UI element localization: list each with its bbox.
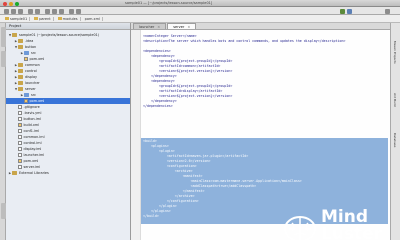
tree-item-label: button.iml <box>23 117 41 121</box>
close-window-icon[interactable] <box>3 1 7 6</box>
source-folder-icon <box>24 93 29 97</box>
undo-icon[interactable] <box>28 8 33 14</box>
folder-icon <box>18 81 23 85</box>
window-title: sample01 — [~/projects/lesson-source/sam… <box>125 1 213 5</box>
tree-item-label: sample01 (~/projects/lesson-source/sampl… <box>19 33 100 37</box>
tree-item-label: src <box>31 93 36 97</box>
folder-icon <box>5 17 9 20</box>
tree-item-label: src <box>31 51 36 55</box>
folder-icon <box>18 63 23 67</box>
project-panel: Project ▼ sample01 (~/projects/lesson-sou… <box>6 23 131 240</box>
tree-item-label: launcher.iml <box>23 153 45 157</box>
xml-file-icon <box>18 158 22 164</box>
open-folder-icon[interactable] <box>4 8 9 14</box>
tree-item[interactable]: ▶ External Libraries <box>6 170 130 176</box>
file-icon <box>18 140 22 146</box>
ant-build-tab[interactable]: Ant Build <box>393 93 397 107</box>
tree-item-label: control <box>25 69 37 73</box>
project-tree: ▼ sample01 (~/projects/lesson-source/samp… <box>6 30 130 176</box>
cut-icon[interactable] <box>45 8 50 14</box>
tab-server[interactable]: server × <box>167 23 197 29</box>
folder-icon <box>57 17 62 20</box>
tree-item-label: pom.xml <box>29 99 45 103</box>
folder-icon <box>18 39 23 43</box>
tree-item-label: .travis.yml <box>23 111 42 115</box>
run-icon[interactable] <box>340 8 345 14</box>
tree-item-label: .gitignore <box>23 105 40 109</box>
xml-file-icon <box>24 56 28 62</box>
breadcrumb-item[interactable]: parent <box>32 16 54 21</box>
watermark-text: Mind Luster <box>321 207 383 240</box>
project-panel-header: Project <box>6 23 130 30</box>
line-number-gutter <box>131 30 141 240</box>
structure-tool-tab[interactable] <box>0 51 6 67</box>
zoom-window-icon[interactable] <box>15 1 19 6</box>
folder-icon <box>18 75 23 79</box>
folder-icon <box>12 33 17 37</box>
folder-icon <box>34 17 39 20</box>
breadcrumb-item[interactable]: sample01 <box>3 16 31 21</box>
tree-item-label: build.xml <box>23 123 40 127</box>
help-icon[interactable] <box>385 8 390 14</box>
tree-item-label: display <box>25 75 38 79</box>
sync-icon[interactable] <box>18 8 23 14</box>
minimize-window-icon[interactable] <box>9 1 13 6</box>
folder-icon <box>18 69 23 73</box>
paste-icon[interactable] <box>59 8 64 14</box>
file-icon <box>18 164 22 170</box>
tree-item-label: External Libraries <box>19 171 49 175</box>
tree-item-label: display.iml <box>23 147 42 151</box>
save-icon[interactable] <box>11 8 16 14</box>
find-icon[interactable] <box>69 8 74 14</box>
tree-item-label: common.iml <box>23 135 45 139</box>
main-toolbar <box>0 7 400 15</box>
close-tab-icon[interactable]: × <box>157 25 160 29</box>
replace-icon[interactable] <box>76 8 81 14</box>
favorites-tool-tab[interactable] <box>0 203 6 219</box>
tree-item-label: pom.xml <box>29 57 45 61</box>
file-icon <box>18 116 22 122</box>
folder-icon <box>18 87 23 91</box>
tree-item-label: button <box>25 45 37 49</box>
tree-item-label: control.iml <box>23 141 42 145</box>
editor-area: launcher × server × <name>Integer Server</… <box>131 23 390 240</box>
tree-item-label: server <box>25 87 36 91</box>
database-tab[interactable]: Database <box>393 133 397 147</box>
tree-item-label: common <box>25 63 40 67</box>
file-icon <box>18 104 22 110</box>
breadcrumb-item[interactable]: modules <box>56 16 81 21</box>
file-icon <box>18 146 22 152</box>
tab-launcher[interactable]: launcher × <box>133 23 167 29</box>
debug-icon[interactable] <box>347 8 352 14</box>
tree-item-label: .idea <box>25 39 34 43</box>
watermark-logo: Mind Luster <box>281 209 391 240</box>
code-lines[interactable]: <name>Integer Server</name> <description>… <box>143 33 388 118</box>
folder-icon <box>12 171 17 175</box>
file-icon <box>18 152 22 158</box>
breadcrumb: sample01 parent modules pom.xml <box>0 15 400 23</box>
breadcrumb-item[interactable]: pom.xml <box>83 16 103 21</box>
selected-code-lines[interactable]: <build> <plugins> <plugin> <artifactId>m… <box>143 138 388 218</box>
tree-item-label: pom.xml <box>23 159 39 163</box>
project-tool-tab[interactable] <box>0 27 6 47</box>
maven-projects-tab[interactable]: Maven Projects <box>393 41 397 64</box>
window-title-bar: sample01 — [~/projects/lesson-source/sam… <box>0 0 400 7</box>
file-icon <box>18 110 22 116</box>
xml-file-icon <box>18 122 22 128</box>
file-icon <box>18 128 22 134</box>
tree-item-label: server.iml <box>23 165 41 169</box>
tree-item-label: conf1.iml <box>23 129 40 133</box>
file-icon <box>18 134 22 140</box>
redo-icon[interactable] <box>35 8 40 14</box>
editor-tabs: launcher × server × <box>131 23 390 30</box>
tree-item-label: launcher <box>25 81 40 85</box>
folder-icon <box>18 45 23 49</box>
right-tool-strip: Maven Projects Ant Build Database <box>390 23 400 240</box>
brain-icon <box>284 216 316 240</box>
copy-icon[interactable] <box>52 8 57 14</box>
xml-file-icon <box>24 98 28 104</box>
close-tab-icon[interactable]: × <box>187 25 190 29</box>
source-folder-icon <box>24 51 29 55</box>
